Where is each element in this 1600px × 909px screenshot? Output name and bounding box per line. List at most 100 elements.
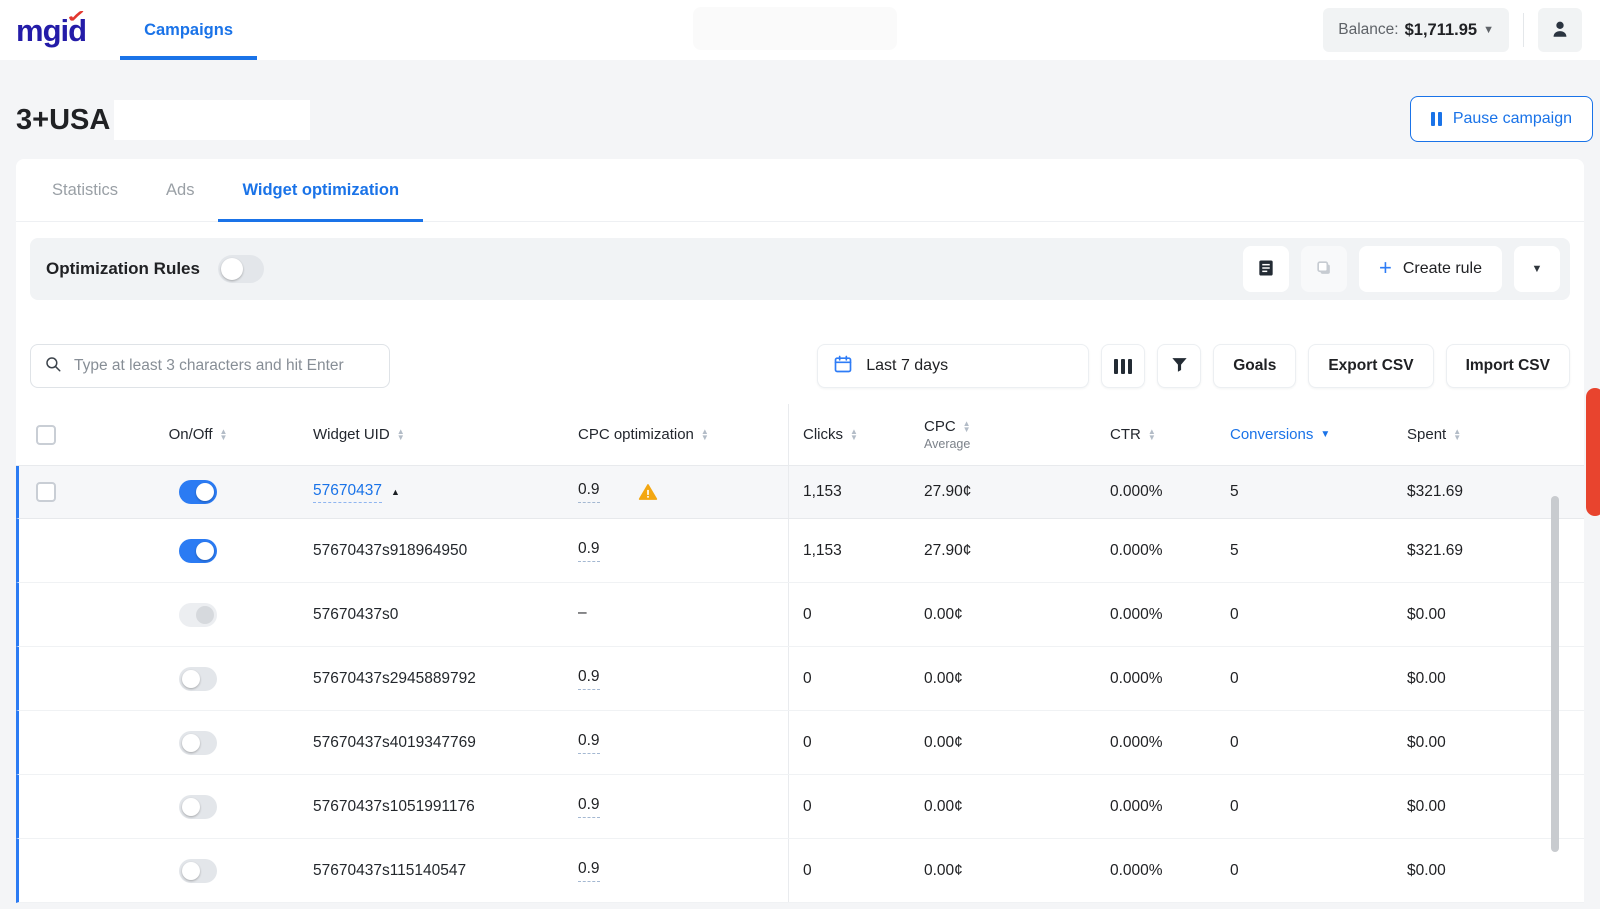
rules-more-dropdown[interactable]: ▼ — [1514, 246, 1560, 292]
search-icon — [44, 355, 62, 378]
cpc-optimization-value: – — [578, 604, 587, 625]
import-csv-button[interactable]: Import CSV — [1446, 344, 1570, 388]
sort-desc-icon: ▼ — [1320, 429, 1330, 440]
conversions-value: 5 — [1216, 466, 1393, 518]
clicks-value: 1,153 — [788, 519, 910, 582]
tab-widget-optimization[interactable]: Widget optimization — [242, 159, 399, 221]
duplicate-rules-button[interactable] — [1301, 246, 1347, 292]
chevron-down-icon: ▼ — [1532, 263, 1543, 275]
optimization-rules-toggle[interactable] — [218, 255, 264, 283]
conversions-value: 0 — [1216, 647, 1393, 710]
column-header-conversions[interactable]: Conversions ▼ — [1216, 404, 1393, 465]
conversions-value: 0 — [1216, 839, 1393, 902]
table-row: 57670437 ▲ 0.9 1,153 27.90¢ 0.000% 5 $32… — [16, 466, 1584, 519]
table-row: 57670437s918964950 ▲ 0.9 1,153 27.90¢ 0.… — [16, 519, 1584, 583]
filter-button[interactable] — [1157, 344, 1201, 388]
user-icon — [1549, 18, 1571, 43]
columns-icon — [1114, 359, 1132, 374]
ctr-value: 0.000% — [1096, 647, 1216, 710]
conversions-value: 0 — [1216, 711, 1393, 774]
widget-uid: 57670437s1051991176 — [313, 798, 475, 816]
page-header: 3+USA Pause campaign — [0, 60, 1600, 159]
tab-ads[interactable]: Ads — [166, 159, 194, 221]
row-toggle[interactable] — [179, 667, 217, 691]
sort-icon: ▲▼ — [1453, 429, 1461, 441]
row-toggle[interactable] — [179, 539, 217, 563]
cpc-optimization-value[interactable]: 0.9 — [578, 796, 600, 818]
widget-uid: 57670437s115140547 — [313, 862, 466, 880]
table-body: 57670437 ▲ 0.9 1,153 27.90¢ 0.000% 5 $32… — [16, 466, 1584, 903]
column-header-onoff[interactable]: On/Off ▲▼ — [83, 404, 313, 465]
pause-campaign-button[interactable]: Pause campaign — [1410, 96, 1593, 142]
cpc-value: 0.00¢ — [910, 711, 1096, 774]
cpc-optimization-value[interactable]: 0.9 — [578, 540, 600, 562]
row-toggle[interactable] — [179, 795, 217, 819]
column-header-cpc[interactable]: CPC ▲▼ Average — [910, 404, 1096, 465]
sort-icon: ▲▼ — [701, 429, 709, 441]
row-checkbox[interactable] — [36, 482, 56, 502]
search-input[interactable] — [72, 356, 376, 376]
cpc-value: 27.90¢ — [910, 519, 1096, 582]
clicks-value: 0 — [788, 711, 910, 774]
mgid-logo[interactable]: mgid ✓ — [16, 15, 86, 46]
clicks-value: 0 — [788, 647, 910, 710]
export-csv-button[interactable]: Export CSV — [1308, 344, 1433, 388]
sort-icon: ▲▼ — [963, 421, 971, 433]
plus-icon: + — [1379, 257, 1392, 279]
goals-button[interactable]: Goals — [1213, 344, 1296, 388]
sort-icon: ▲▼ — [850, 429, 858, 441]
cpc-value: 0.00¢ — [910, 647, 1096, 710]
rules-list-button[interactable] — [1243, 246, 1289, 292]
pause-campaign-label: Pause campaign — [1453, 110, 1572, 128]
cpc-optimization-value[interactable]: 0.9 — [578, 668, 600, 690]
date-range-label: Last 7 days — [866, 357, 948, 375]
cpc-optimization-value[interactable]: 0.9 — [578, 732, 600, 754]
column-header-clicks[interactable]: Clicks ▲▼ — [788, 404, 910, 465]
widget-uid: 57670437s4019347769 — [313, 734, 476, 752]
tab-statistics[interactable]: Statistics — [52, 159, 118, 221]
balance-label: Balance: — [1338, 21, 1398, 39]
row-toggle[interactable] — [179, 731, 217, 755]
collapse-caret-icon[interactable]: ▲ — [391, 487, 400, 497]
column-header-ctr[interactable]: CTR ▲▼ — [1096, 404, 1216, 465]
table-row: 57670437s4019347769 ▲ 0.9 0 0.00¢ 0.000%… — [16, 711, 1584, 775]
ctr-value: 0.000% — [1096, 583, 1216, 646]
row-toggle[interactable] — [179, 859, 217, 883]
date-range-picker[interactable]: Last 7 days — [817, 344, 1089, 388]
calendar-icon — [833, 354, 853, 379]
widget-uid: 57670437s918964950 — [313, 542, 467, 560]
widget-uid[interactable]: 57670437 — [313, 482, 382, 503]
columns-button[interactable] — [1101, 344, 1145, 388]
cpc-value: 0.00¢ — [910, 839, 1096, 902]
column-header-cpc-optimization[interactable]: CPC optimization ▲▼ — [578, 404, 788, 465]
table-header: On/Off ▲▼ Widget UID ▲▼ CPC optimization… — [16, 404, 1584, 466]
widget-uid: 57670437s2945889792 — [313, 670, 476, 688]
user-avatar-button[interactable] — [1538, 8, 1582, 52]
cpc-value: 27.90¢ — [910, 466, 1096, 518]
nav-tab-campaigns[interactable]: Campaigns — [120, 0, 257, 60]
ctr-value: 0.000% — [1096, 519, 1216, 582]
row-toggle[interactable] — [179, 480, 217, 504]
clicks-value: 0 — [788, 775, 910, 838]
column-header-spent[interactable]: Spent ▲▼ — [1393, 404, 1584, 465]
select-all-checkbox[interactable] — [36, 425, 56, 445]
nav-right-group: Balance: $1,711.95 ▼ — [1323, 8, 1600, 52]
cpc-optimization-value[interactable]: 0.9 — [578, 481, 600, 503]
ctr-value: 0.000% — [1096, 466, 1216, 518]
logo-check-icon: ✓ — [66, 8, 86, 25]
cpc-optimization-value[interactable]: 0.9 — [578, 860, 600, 882]
cpc-value: 0.00¢ — [910, 775, 1096, 838]
filter-icon — [1170, 355, 1189, 377]
warning-icon — [638, 482, 658, 502]
scrollbar-thumb[interactable] — [1551, 496, 1559, 852]
balance-dropdown[interactable]: Balance: $1,711.95 ▼ — [1323, 8, 1509, 52]
sort-icon: ▲▼ — [397, 429, 405, 441]
create-rule-button[interactable]: + Create rule — [1359, 246, 1502, 292]
row-toggle[interactable] — [179, 603, 217, 627]
sort-icon: ▲▼ — [220, 429, 228, 441]
table-row: 57670437s115140547 ▲ 0.9 0 0.00¢ 0.000% … — [16, 839, 1584, 903]
table-toolbar: Last 7 days Goals Export CSV Import CSV — [16, 316, 1584, 404]
column-header-widget-uid[interactable]: Widget UID ▲▼ — [313, 404, 578, 465]
nav-divider — [1523, 13, 1524, 47]
redacted-title-area — [114, 100, 310, 140]
